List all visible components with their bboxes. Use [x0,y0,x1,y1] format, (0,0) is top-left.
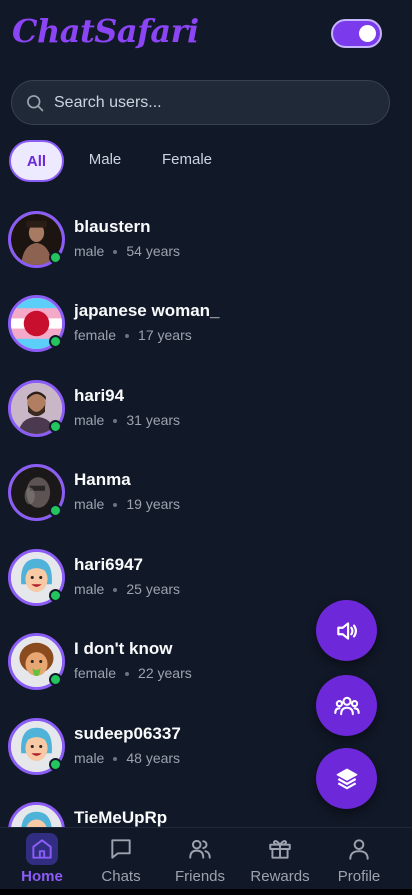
nav-label: Profile [337,868,381,885]
bottom-nav: Home Chats Friends Rewards Profile [0,827,412,895]
user-name: blaustern [74,217,151,236]
online-indicator [49,758,62,771]
user-name: japanese woman_ [74,301,220,320]
online-indicator [49,504,62,517]
user-meta: male 25 years [74,581,181,597]
user-name: hari6947 [74,555,143,574]
user-name: TieMeUpRp [74,808,168,827]
nav-rewards[interactable]: Rewards [240,828,320,895]
nav-home[interactable]: Home [2,828,82,895]
nav-label: Chats [101,868,141,885]
gender-filter: All Male Female [9,140,409,182]
online-indicator [49,589,62,602]
user-row[interactable]: hari94 male 31 years [0,364,412,444]
user-meta: male 48 years [74,750,181,766]
group-fab[interactable] [316,675,377,736]
group-icon [333,696,360,715]
app-header: ChatSafari [0,0,412,72]
user-row[interactable]: blaustern male 54 years [0,195,412,275]
layers-fab[interactable] [316,748,377,809]
nav-label: Home [21,868,63,885]
user-name: I don't know [74,639,173,658]
user-meta: female 17 years [74,327,192,343]
speaker-icon [336,621,357,640]
chat-icon [105,833,137,865]
search-bar [11,80,390,125]
filter-male[interactable]: Male [75,140,135,182]
filter-female[interactable]: Female [151,140,223,182]
nav-label: Rewards [250,868,310,885]
home-icon [26,833,58,865]
person-icon [343,833,375,865]
online-indicator [49,335,62,348]
filter-all[interactable]: All [9,140,64,182]
user-meta: male 19 years [74,496,181,512]
gift-icon [264,833,296,865]
online-indicator [49,420,62,433]
search-input[interactable] [54,81,374,124]
friends-icon [184,833,216,865]
theme-toggle[interactable] [331,19,382,48]
online-indicator [49,673,62,686]
nav-profile[interactable]: Profile [319,828,399,895]
toggle-knob [359,25,376,42]
online-indicator [49,251,62,264]
user-name: hari94 [74,386,125,405]
user-meta: female 22 years [74,665,192,681]
user-row[interactable]: japanese woman_ female 17 years [0,279,412,359]
search-icon [27,95,44,112]
user-meta: male 54 years [74,243,181,259]
user-row[interactable]: Hanma male 19 years [0,448,412,528]
nav-chats[interactable]: Chats [81,828,161,895]
layers-icon [336,768,357,789]
avatar [8,802,65,827]
user-name: sudeep06337 [74,724,181,743]
nav-label: Friends [174,868,226,885]
system-bar [0,889,412,895]
nav-friends[interactable]: Friends [160,828,240,895]
user-name: Hanma [74,470,131,489]
app-logo[interactable]: ChatSafari [12,12,199,50]
speaker-fab[interactable] [316,600,377,661]
user-meta: male 31 years [74,412,181,428]
